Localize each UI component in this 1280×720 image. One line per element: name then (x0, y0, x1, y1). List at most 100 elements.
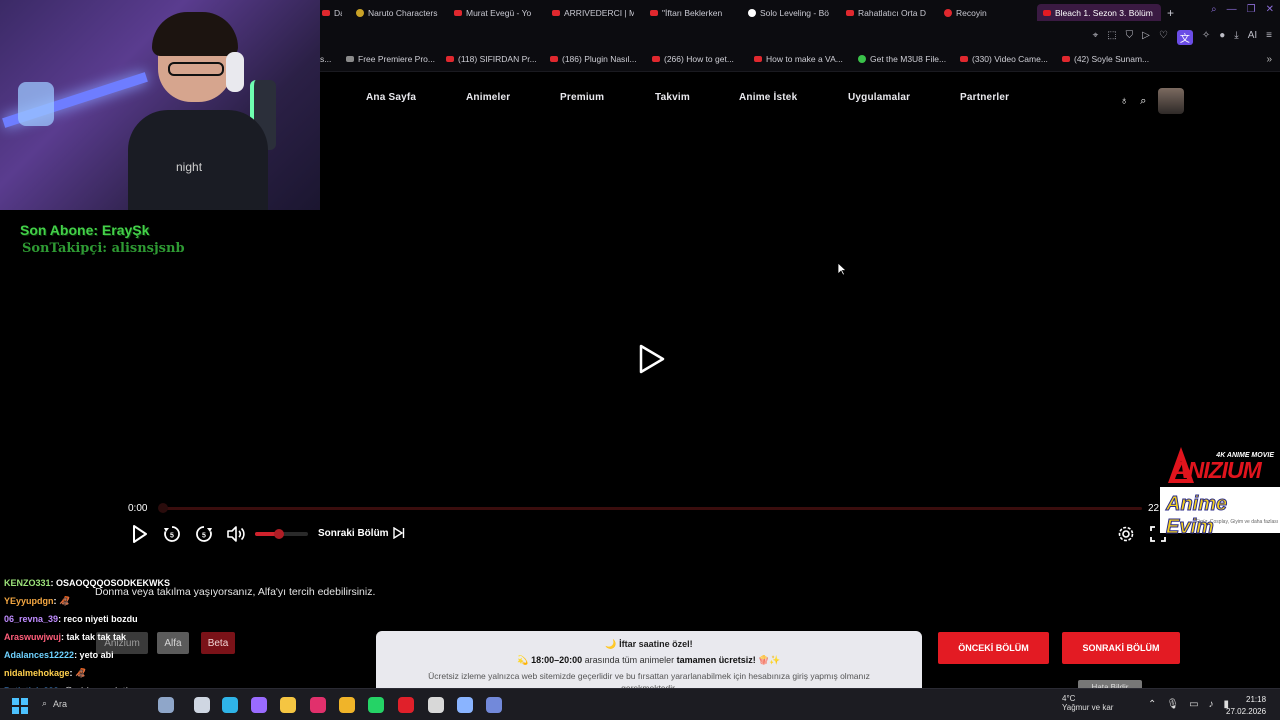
discord-icon[interactable] (486, 697, 502, 713)
player-icon[interactable]: ▷ (1142, 30, 1150, 45)
nav-link[interactable]: Premium (560, 92, 604, 103)
settings-icon[interactable] (457, 697, 473, 713)
user-avatar[interactable] (1158, 88, 1185, 114)
bookmark-item[interactable]: (266) How to get... (652, 54, 734, 64)
browser-tab[interactable]: "İftarı Beklerken (650, 4, 734, 21)
obs-icon[interactable] (428, 697, 444, 713)
chrome-icon[interactable] (339, 697, 355, 713)
chevron-up-icon[interactable]: ⌃ (1148, 699, 1156, 710)
nav-link[interactable]: Anime İstek (739, 92, 797, 103)
next-episode-label: Sonraki Bölüm (318, 527, 389, 539)
browser-tab[interactable]: Rahatlatıcı Orta D (846, 4, 930, 21)
current-time: 0:00 (128, 503, 148, 514)
bookmark-item[interactable]: (186) Plugin Nasıl... (550, 54, 637, 64)
bookmarks-more-icon[interactable]: » (1266, 54, 1272, 65)
big-play-icon[interactable] (638, 344, 666, 374)
browser-tab[interactable]: ARRIVEDERCI | M (552, 4, 634, 21)
nav-link[interactable]: Animeler (466, 92, 510, 103)
anizium-word: ANIZIUM (1172, 457, 1262, 483)
bookmark-favicon-icon (346, 56, 354, 62)
bookmark-item[interactable]: Free Premiere Pro... (346, 54, 435, 64)
minimize-icon[interactable]: — (1227, 4, 1237, 15)
heart-icon[interactable]: ♡ (1159, 30, 1168, 45)
volume-button[interactable] (226, 524, 246, 544)
restore-icon[interactable]: ❐ (1247, 4, 1256, 15)
next-episode-button[interactable]: Sonraki Bölüm (318, 527, 405, 539)
play-button[interactable] (130, 524, 150, 544)
last-subscriber: Son Abone: ErayŞk (20, 222, 150, 238)
nav-link[interactable]: Partnerler (960, 92, 1009, 103)
browser-tab[interactable]: Recoyin (944, 4, 1004, 21)
shirt-text: night (176, 160, 203, 174)
bookmark-item[interactable]: Get the M3U8 File... (858, 54, 946, 64)
play-icon (133, 525, 147, 543)
settings-button[interactable] (1116, 524, 1136, 544)
volume-knob[interactable] (274, 529, 284, 539)
svg-text:5: 5 (170, 533, 174, 540)
start-button[interactable] (12, 698, 28, 714)
speaker-icon[interactable]: ♪ (1209, 699, 1214, 710)
promo-line: 💫 18:00–20:00 arasında tüm animeler tama… (376, 655, 922, 666)
edge-icon[interactable] (222, 697, 238, 713)
lightbulb-icon[interactable]: ♁ (1120, 95, 1128, 107)
network-icon[interactable]: ▭ (1189, 699, 1198, 710)
bookmark-item[interactable]: s... (320, 54, 331, 64)
close-icon[interactable]: ✕ (1266, 4, 1274, 15)
bookmark-item[interactable]: (330) Video Came... (960, 54, 1048, 64)
promo-title: 🌙 İftar saatine özel! (605, 639, 693, 649)
taskbar-clock[interactable]: 21:18 27.02.2026 (1226, 694, 1266, 718)
rewind-button[interactable]: 5 (162, 524, 182, 544)
bookmark-favicon-icon (652, 56, 660, 62)
tab-active[interactable]: Bleach 1. Sezon 3. Bölüm (1037, 4, 1161, 21)
taskbar-search[interactable]: ⌕ Ara (42, 698, 67, 709)
copilot-icon[interactable] (251, 697, 267, 713)
screenshot-icon[interactable]: ⬚ (1107, 30, 1116, 45)
pin-icon[interactable]: ⌖ (1093, 30, 1099, 45)
tab-label: "İftarı Beklerken (662, 7, 723, 18)
profile-icon[interactable]: ● (1219, 30, 1225, 45)
search-tabs-icon[interactable]: ⌕ (1211, 4, 1217, 15)
browser-tab[interactable]: Murat Evegü - Yo (454, 4, 538, 21)
menu-icon[interactable]: ≡ (1266, 30, 1272, 45)
explorer-tasks-icon[interactable] (194, 697, 210, 713)
shield-icon[interactable]: ⛉ (1126, 30, 1134, 45)
opera-icon[interactable] (398, 697, 414, 713)
bookmark-item[interactable]: How to make a VA... (754, 54, 843, 64)
instagram-icon[interactable] (310, 697, 326, 713)
seek-bar[interactable] (160, 507, 1142, 510)
extensions-icon[interactable]: ✧ (1202, 30, 1210, 45)
bookmark-label: (186) Plugin Nasıl... (562, 54, 637, 64)
browser-tab[interactable]: Das (322, 4, 342, 21)
nav-link[interactable]: Takvim (655, 92, 690, 103)
whatsapp-icon[interactable] (368, 697, 384, 713)
nav-link[interactable]: Uygulamalar (848, 92, 910, 103)
translate-icon[interactable]: 文 (1176, 30, 1193, 45)
chat-text: : 🦧 (69, 668, 87, 678)
browser-tab[interactable]: Naruto Characters (356, 4, 440, 21)
file-explorer-icon[interactable] (280, 697, 296, 713)
search-icon[interactable]: ⌕ (1140, 95, 1146, 108)
forward-button[interactable]: 5 (194, 524, 214, 544)
bookmark-item[interactable]: (42) Soyle Sunam... (1062, 54, 1149, 64)
server-alfa-button[interactable]: Alfa (157, 632, 189, 654)
anime-evim-word: Anime Evim (1166, 493, 1228, 539)
weather-widget[interactable]: 4°C Yağmur ve kar (1040, 694, 1113, 712)
browser-tab[interactable]: Solo Leveling - Bö (748, 4, 832, 21)
clock-date: 27.02.2026 (1226, 707, 1267, 716)
photos-icon[interactable] (158, 697, 174, 713)
new-tab-button[interactable]: + (1167, 4, 1174, 21)
bookmark-item[interactable]: (118) SIFIRDAN Pr... (446, 54, 537, 64)
bookmark-label: How to make a VA... (766, 54, 843, 64)
nav-link[interactable]: Ana Sayfa (366, 92, 416, 103)
forward-5-icon: 5 (196, 526, 212, 542)
previous-episode-button[interactable]: ÖNCEKİ BÖLÜM (938, 632, 1049, 664)
bookmark-label: Get the M3U8 File... (870, 54, 947, 64)
download-icon[interactable]: ⤓ (1234, 30, 1238, 45)
next-episode-bottom-button[interactable]: SONRAKİ BÖLÜM (1062, 632, 1180, 664)
server-beta-button[interactable]: Beta (201, 632, 235, 654)
seek-knob[interactable] (158, 503, 168, 513)
microphone-icon[interactable]: 🎙 (1166, 699, 1179, 710)
chat-message: YEyyupdgn: 🦧 (4, 596, 70, 607)
ai-button[interactable]: AI (1248, 30, 1257, 45)
bookmark-label: (42) Soyle Sunam... (1074, 54, 1150, 64)
